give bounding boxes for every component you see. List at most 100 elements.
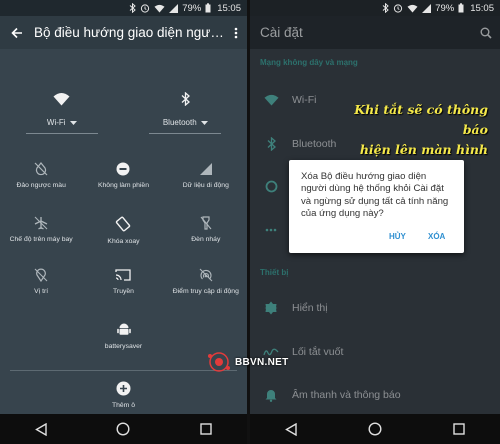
tile-label: Đảo ngược màu [16, 182, 66, 189]
overflow-menu-icon[interactable] [225, 27, 247, 39]
bluetooth-status-icon [382, 3, 389, 13]
quick-settings-row: Chế độ trên máy bay Khóa xoay Đèn nháy [0, 216, 247, 245]
hotspot-tile[interactable]: Điểm truy cập di động [165, 268, 247, 295]
flashlight-icon [199, 216, 213, 230]
bluetooth-icon [267, 137, 276, 151]
battery-percent: 79% [182, 2, 202, 14]
delete-button[interactable]: XÓA [428, 232, 445, 241]
wifi-icon [53, 92, 70, 106]
battery-icon [205, 3, 211, 13]
android-icon [116, 322, 131, 337]
row-label: Wi-Fi [292, 94, 317, 106]
battery-icon [458, 3, 464, 13]
row-label: Âm thanh và thông báo [292, 389, 401, 401]
settings-row-sound[interactable]: Âm thanh và thông báo [250, 375, 500, 415]
wifi-status-icon [407, 4, 418, 13]
tile-label: Đèn nháy [191, 236, 221, 243]
back-icon[interactable] [34, 422, 47, 436]
add-tile-row: Thêm ô [0, 381, 247, 409]
airplane-icon [34, 216, 48, 230]
batterysaver-tile[interactable]: batterysaver [0, 322, 247, 350]
annotation-line-1: Khi tắt sẽ có thông báo [354, 102, 488, 137]
page-title: Bộ điều hướng giao diện người d... [34, 25, 225, 40]
quick-settings-row: Đảo ngược màu Không làm phiền Dữ liệu di… [0, 162, 247, 189]
tile-divider [149, 133, 222, 134]
clock: 15:05 [470, 2, 494, 14]
recents-icon[interactable] [200, 423, 212, 435]
status-bar: 79% 15:05 [250, 0, 500, 16]
divider [10, 370, 237, 371]
quick-settings-row: Vị trí Truyền Điểm truy cập di động [0, 268, 247, 295]
airplane-mode-tile[interactable]: Chế độ trên máy bay [0, 216, 82, 245]
hotspot-icon [199, 268, 213, 282]
settings-row-display[interactable]: Hiển thị [250, 288, 500, 328]
back-icon[interactable] [285, 422, 298, 436]
watermark-text: BBVN.NET [235, 356, 289, 368]
remove-confirmation-dialog: Xóa Bộ điều hướng giao diện người dùng h… [289, 160, 464, 253]
signal-status-icon [422, 3, 432, 13]
row-label: Bluetooth [292, 138, 337, 150]
mobile-data-tile[interactable]: Dữ liệu di động [165, 162, 247, 189]
quick-settings-row: batterysaver [0, 322, 247, 350]
screen-rotation-icon [115, 216, 131, 232]
annotation-line-2: hiện lên màn hình [359, 142, 488, 157]
tile-label: Không làm phiền [97, 182, 149, 189]
recents-icon[interactable] [452, 423, 465, 435]
home-icon[interactable] [368, 422, 382, 436]
tile-divider [25, 133, 98, 134]
tile-label: Thêm ô [111, 402, 136, 409]
alarm-status-icon [393, 3, 403, 13]
tile-label: Chế độ trên máy bay [9, 236, 73, 243]
cancel-button[interactable]: HỦY [389, 232, 406, 241]
do-not-disturb-tile[interactable]: Không làm phiền [82, 162, 164, 189]
bluetooth-status-icon [129, 3, 136, 13]
clock: 15:05 [217, 2, 241, 14]
add-icon [116, 381, 131, 396]
bluetooth-icon [181, 92, 190, 106]
wifi-status-icon [154, 4, 165, 13]
watermark: BBVN.NET [206, 351, 289, 373]
back-arrow-icon[interactable] [0, 27, 34, 39]
tile-label: Khóa xoay [107, 238, 140, 245]
brightness-icon [264, 301, 278, 315]
quick-settings-top-row: Wi-Fi Bluetooth [0, 92, 247, 134]
page-title: Cài đặt [260, 25, 303, 40]
location-icon [34, 268, 48, 282]
dialog-message: Xóa Bộ điều hướng giao diện người dùng h… [301, 171, 449, 219]
navigation-bar [250, 414, 500, 444]
bluetooth-tile-label: Bluetooth [162, 118, 197, 127]
section-header-device: Thiết bị [260, 268, 289, 277]
mobile-data-icon [199, 162, 213, 176]
signal-status-icon [169, 3, 179, 13]
chevron-down-icon[interactable] [69, 120, 77, 125]
home-icon[interactable] [116, 422, 130, 436]
annotation-caption: Khi tắt sẽ có thông báo hiện lên màn hìn… [338, 100, 488, 160]
wifi-tile-label: Wi-Fi [46, 118, 66, 127]
cast-tile[interactable]: Truyền [82, 268, 164, 295]
tile-label: Truyền [113, 288, 134, 295]
navigation-bar [0, 414, 247, 444]
location-tile[interactable]: Vị trí [0, 268, 82, 295]
invert-colors-icon [34, 162, 48, 176]
tile-label: Điểm truy cập di động [172, 288, 239, 295]
tile-label: Dữ liệu di động [182, 182, 229, 189]
chevron-down-icon[interactable] [200, 120, 208, 125]
section-header-wireless: Mạng không dây và mạng [260, 58, 358, 67]
search-icon[interactable] [472, 27, 500, 39]
invert-colors-tile[interactable]: Đảo ngược màu [0, 162, 82, 189]
status-bar: 79% 15:05 [0, 0, 247, 16]
add-tile-button[interactable]: Thêm ô [0, 381, 247, 409]
more-icon [265, 228, 277, 232]
cast-icon [115, 268, 132, 282]
row-label: Lối tắt vuốt [292, 346, 344, 358]
data-usage-icon [265, 180, 278, 193]
wifi-tile[interactable]: Wi-Fi [0, 92, 124, 134]
watermark-logo-icon [206, 351, 232, 373]
left-screen: 79% 15:05 Bộ điều hướng giao diện người … [0, 0, 247, 444]
rotation-lock-tile[interactable]: Khóa xoay [82, 216, 164, 245]
tile-label: Vị trí [34, 288, 49, 295]
bluetooth-tile[interactable]: Bluetooth [124, 92, 248, 134]
row-label: Hiển thị [292, 302, 328, 314]
app-bar: Bộ điều hướng giao diện người d... [0, 16, 247, 49]
flashlight-tile[interactable]: Đèn nháy [165, 216, 247, 245]
